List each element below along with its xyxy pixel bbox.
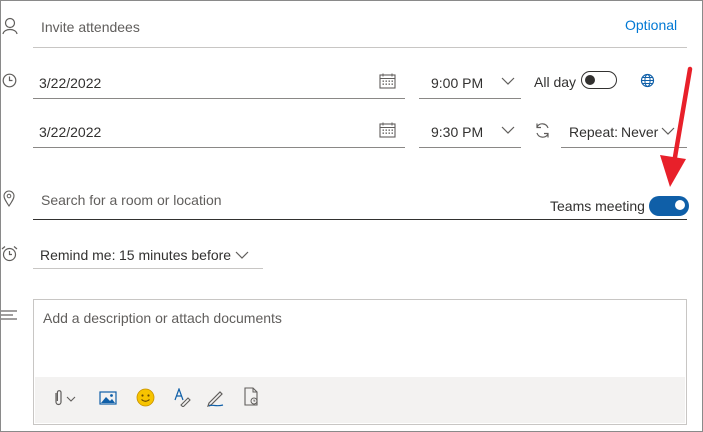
all-day-label: All day: [534, 74, 577, 90]
chevron-down-icon: [501, 126, 515, 134]
remind-label: Remind me:: [40, 247, 116, 263]
emoji-icon[interactable]: [136, 388, 155, 407]
invite-attendees-input[interactable]: Invite attendees: [41, 18, 140, 36]
format-text-icon[interactable]: [173, 388, 191, 407]
chevron-down-icon: [501, 77, 515, 85]
event-form: Invite attendees Optional 3/22/2022 9:00…: [0, 0, 703, 432]
end-date-field[interactable]: 3/22/2022: [33, 114, 405, 148]
start-time-value: 9:00 PM: [431, 75, 484, 91]
end-time-value: 9:30 PM: [431, 124, 484, 140]
start-date-underline: [33, 98, 405, 99]
clock-icon: [2, 73, 17, 88]
optional-attendees-link[interactable]: Optional: [625, 16, 677, 34]
calendar-icon[interactable]: [379, 73, 396, 89]
end-time-select[interactable]: 9:30 PM: [419, 114, 521, 148]
repeat-label: Repeat:: [569, 124, 619, 140]
start-date-field[interactable]: 3/22/2022: [33, 65, 405, 99]
person-icon: [2, 17, 18, 35]
repeat-icon: [534, 122, 551, 139]
calendar-icon[interactable]: [379, 122, 396, 138]
description-placeholder: Add a description or attach documents: [43, 310, 282, 326]
attendees-underline: [33, 47, 687, 48]
teams-meeting-toggle[interactable]: [649, 196, 689, 216]
paperclip-icon[interactable]: [50, 389, 78, 407]
end-date-underline: [33, 147, 405, 148]
image-icon[interactable]: [99, 391, 117, 405]
text-align-icon: [1, 310, 17, 322]
reminder-underline: [33, 268, 263, 269]
start-time-underline: [419, 98, 521, 99]
start-date-value: 3/22/2022: [39, 75, 102, 91]
formatting-toolbar: [35, 377, 685, 423]
location-underline: [33, 219, 687, 220]
teams-meeting-label: Teams meeting: [550, 198, 645, 214]
location-pin-icon: [3, 190, 15, 207]
red-arrow-annotation: [660, 66, 693, 187]
description-editor[interactable]: Add a description or attach documents: [33, 299, 687, 425]
alarm-clock-icon: [1, 245, 18, 262]
location-search-input[interactable]: Search for a room or location: [41, 191, 222, 209]
start-time-select[interactable]: 9:00 PM: [419, 65, 521, 99]
reminder-select[interactable]: Remind me: 15 minutes before: [33, 237, 263, 269]
all-day-toggle[interactable]: [581, 71, 617, 89]
end-date-value: 3/22/2022: [39, 124, 102, 140]
document-icon[interactable]: [243, 387, 260, 407]
globe-icon[interactable]: [640, 73, 655, 88]
chevron-down-icon: [235, 251, 249, 259]
remind-value: 15 minutes before: [119, 247, 232, 263]
end-time-underline: [419, 147, 521, 148]
repeat-value: Never: [621, 124, 659, 140]
pen-icon[interactable]: [206, 388, 226, 407]
